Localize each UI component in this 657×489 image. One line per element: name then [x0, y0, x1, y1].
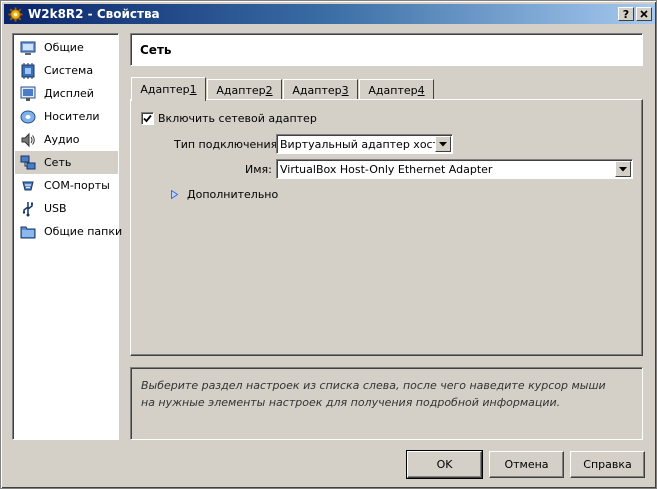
advanced-toggle[interactable]: Дополнительно: [187, 188, 278, 201]
settings-category-list[interactable]: Общие Система Дисплей Носители Аудио Сет…: [12, 33, 122, 440]
sidebar-item-system[interactable]: Система: [15, 59, 118, 82]
help-button[interactable]: Справка: [570, 451, 645, 478]
sidebar-item-label: Система: [44, 64, 94, 77]
tab-adapter-2[interactable]: Адаптер 2: [207, 79, 282, 100]
title-bar[interactable]: W2k8R2 - Свойства ?: [4, 4, 655, 24]
sidebar-item-shared-folders[interactable]: Общие папки: [15, 220, 122, 243]
page-title: Сеть: [130, 33, 643, 66]
sidebar-item-serial-ports[interactable]: COM-порты: [15, 174, 118, 197]
properties-dialog: W2k8R2 - Свойства ? Общие Система Диспле…: [0, 0, 657, 489]
enable-adapter-checkbox[interactable]: [141, 112, 154, 125]
close-icon: [640, 10, 648, 18]
sidebar-item-audio[interactable]: Аудио: [15, 128, 118, 151]
audio-icon: [20, 132, 36, 148]
adapter-name-label: Имя:: [245, 163, 272, 176]
description-text: Выберите раздел настроек из списка слева…: [141, 379, 606, 409]
chevron-down-icon[interactable]: [435, 136, 451, 152]
help-title-button[interactable]: ?: [618, 7, 634, 21]
sidebar-item-label: Носители: [44, 110, 100, 123]
display-icon: [20, 86, 36, 102]
window-title: W2k8R2 - Свойства: [28, 7, 160, 21]
serial-ports-icon: [20, 178, 36, 194]
expand-arrow-icon[interactable]: [171, 189, 179, 202]
sidebar-item-label: Дисплей: [44, 87, 94, 100]
adapter-name-select[interactable]: VirtualBox Host-Only Ethernet Adapter: [276, 159, 633, 179]
cancel-button[interactable]: Отмена: [489, 451, 564, 478]
sidebar-item-label: Общие: [44, 41, 84, 54]
sidebar-item-label: COM-порты: [44, 179, 110, 192]
usb-icon: [20, 201, 36, 217]
tab-adapter-4[interactable]: Адаптер 4: [359, 79, 434, 100]
tab-adapter-1[interactable]: Адаптер 1: [131, 77, 206, 101]
description-panel: Выберите раздел настроек из списка слева…: [130, 367, 643, 440]
close-button[interactable]: [636, 7, 652, 21]
sidebar-item-display[interactable]: Дисплей: [15, 82, 118, 105]
sidebar-item-general[interactable]: Общие: [15, 36, 118, 59]
sidebar-item-label: Сеть: [44, 156, 72, 169]
sidebar-item-label: USB: [44, 202, 67, 215]
ok-button[interactable]: OK: [406, 450, 483, 479]
sidebar-item-usb[interactable]: USB: [15, 197, 118, 220]
system-icon: [20, 62, 36, 79]
sidebar-item-storage[interactable]: Носители: [15, 105, 118, 128]
shared-folders-icon: [20, 224, 36, 240]
checkmark-icon: [143, 114, 152, 123]
sidebar-item-network[interactable]: Сеть: [15, 151, 118, 174]
tab-adapter-3[interactable]: Адаптер 3: [283, 79, 358, 100]
chevron-down-icon[interactable]: [615, 161, 631, 177]
sidebar-item-label: Общие папки: [44, 225, 123, 238]
attachment-type-select[interactable]: Виртуальный адаптер хоста: [276, 134, 453, 154]
gear-icon: [7, 6, 23, 22]
sidebar-item-label: Аудио: [44, 133, 80, 146]
enable-adapter-label[interactable]: Включить сетевой адаптер: [158, 112, 317, 125]
attachment-type-label: Тип подключения:: [174, 138, 281, 151]
network-icon: [20, 155, 36, 171]
general-icon: [20, 40, 36, 56]
storage-icon: [20, 109, 36, 125]
